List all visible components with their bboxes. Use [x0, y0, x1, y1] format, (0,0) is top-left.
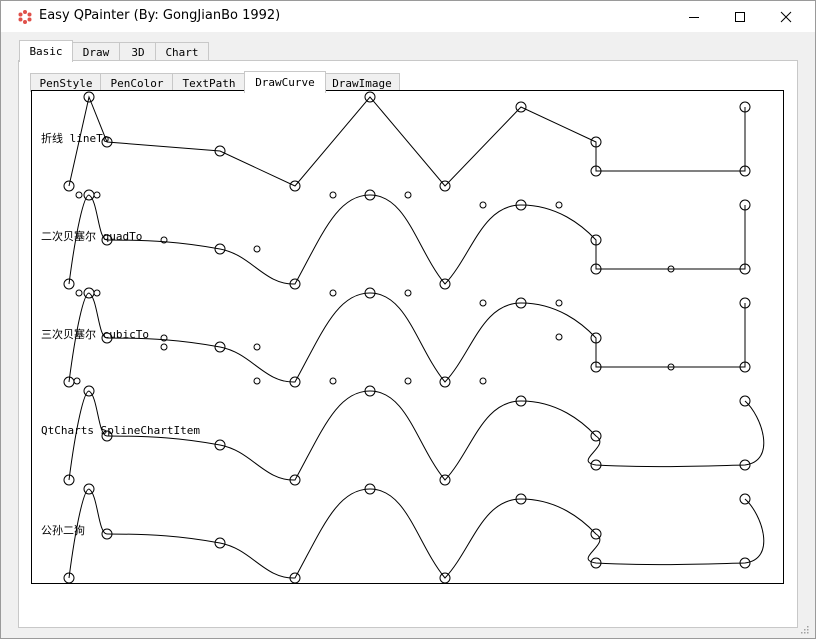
title-bar[interactable]: Easy QPainter (By: GongJianBo 1992)	[1, 1, 815, 32]
handle-point-1-4	[329, 191, 337, 199]
handle-point-2-1	[93, 289, 101, 297]
handle-point-extra-0	[73, 377, 81, 385]
row-label-lineto: 折线 lineTo	[41, 132, 110, 145]
handle-point-extra-5	[479, 377, 487, 385]
tab-basic[interactable]: Basic	[19, 40, 73, 62]
handle-point-1-1	[93, 191, 101, 199]
handle-point-2-5	[404, 289, 412, 297]
tab-drawcurve[interactable]: DrawCurve	[244, 71, 326, 93]
handle-point-1-7	[555, 201, 563, 209]
handle-point-extra-6	[555, 333, 563, 341]
handle-point-2-6	[479, 299, 487, 307]
handle-point-1-5	[404, 191, 412, 199]
handle-point-2-3	[253, 343, 261, 351]
drawcurve-canvas: 折线 lineTo 二次贝塞尔 quadTo 三次贝塞尔 cubicTo QtC…	[31, 90, 784, 584]
window-title: Easy QPainter (By: GongJianBo 1992)	[39, 8, 281, 23]
handle-point-extra-2	[253, 377, 261, 385]
tab-chart[interactable]: Chart	[155, 42, 209, 61]
handle-point-extra-1	[160, 343, 168, 351]
handle-point-extra-3	[329, 377, 337, 385]
close-button[interactable]	[763, 1, 809, 32]
tab-draw[interactable]: Draw	[71, 42, 121, 61]
handle-point-1-0	[75, 191, 83, 199]
maximize-button[interactable]	[717, 1, 763, 32]
handle-point-1-3	[253, 245, 261, 253]
app-logo-icon	[18, 10, 32, 24]
maximize-icon	[735, 11, 745, 22]
handle-point-2-7	[555, 299, 563, 307]
handle-point-2-0	[75, 289, 83, 297]
handle-point-2-4	[329, 289, 337, 297]
curve-path-0	[68, 95, 746, 187]
curve-path-1	[68, 194, 746, 285]
row-label-spline: QtCharts SplineChartItem	[41, 424, 200, 437]
curve-path-2	[68, 292, 746, 383]
row-label-cubicto: 三次贝塞尔 cubicTo	[41, 328, 149, 341]
resize-grip-icon[interactable]	[799, 624, 809, 634]
tab-3d[interactable]: 3D	[119, 42, 157, 61]
row-label-quadto: 二次贝塞尔 quadTo	[41, 230, 143, 243]
app-window: Easy QPainter (By: GongJianBo 1992) Basi…	[0, 0, 816, 639]
handle-point-1-6	[479, 201, 487, 209]
minimize-button[interactable]	[671, 1, 717, 32]
curve-path-4	[68, 488, 765, 579]
close-icon	[780, 11, 792, 22]
row-label-custom: 公孙二狗	[41, 524, 85, 537]
main-tab-bar: Basic Draw 3D Chart	[19, 40, 219, 62]
handle-point-extra-4	[404, 377, 412, 385]
minimize-icon	[689, 16, 699, 18]
